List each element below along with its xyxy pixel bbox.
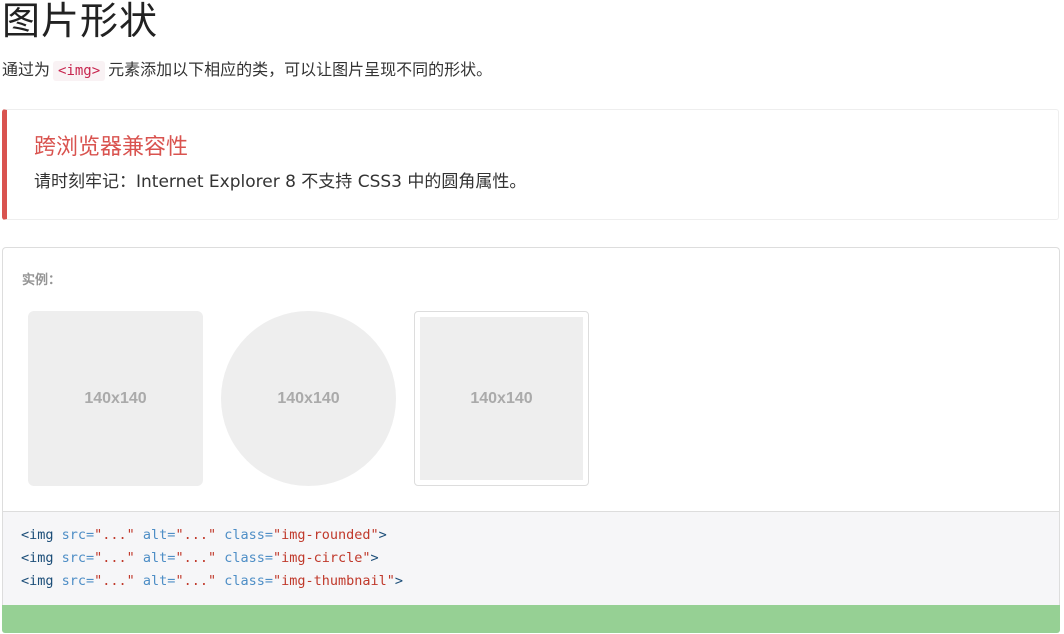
code-tag: <img (21, 573, 54, 589)
callout-text: 请时刻牢记：Internet Explorer 8 不支持 CSS3 中的圆角属… (34, 172, 527, 192)
code-tag: <img (21, 550, 54, 566)
code-tag-close: > (370, 550, 379, 566)
circle-image-placeholder-text: 140x140 (277, 389, 340, 407)
intro-text-after: 元素添加以下相应的类，可以让图片呈现不同的形状。 (108, 60, 493, 79)
code-attr: alt= (134, 573, 176, 589)
example-panel: 实例： 140x140 140x140 140x140 (2, 247, 1060, 511)
code-line: <img src="..." alt="..." class="img-circ… (21, 547, 1059, 570)
code-string: "..." (94, 550, 135, 566)
example-label: 实例： (22, 273, 62, 288)
code-attr: alt= (134, 550, 176, 566)
code-string: "..." (94, 527, 135, 543)
code-tag-close: > (378, 527, 387, 543)
thumbnail-image: 140x140 (420, 317, 583, 480)
rounded-image-placeholder-text: 140x140 (84, 389, 147, 407)
page-title: 图片形状 (2, 0, 159, 43)
code-string: "img-rounded" (272, 527, 379, 543)
code-attr: class= (216, 527, 273, 543)
code-line: <img src="..." alt="..." class="img-thum… (21, 570, 1059, 593)
code-tag: <img (21, 527, 54, 543)
code-attr: class= (216, 550, 273, 566)
code-attr: src= (53, 550, 95, 566)
code-string: "..." (94, 573, 135, 589)
intro-text-before: 通过为 (2, 60, 51, 79)
compatibility-callout: 跨浏览器兼容性 请时刻牢记：Internet Explorer 8 不支持 CS… (2, 109, 1059, 220)
try-it-bar[interactable] (2, 605, 1060, 633)
thumbnail-image-placeholder-text: 140x140 (470, 389, 533, 407)
code-block[interactable]: <img src="..." alt="..." class="img-roun… (2, 511, 1060, 606)
code-attr: alt= (134, 527, 176, 543)
img-code-inline: <img> (53, 61, 106, 81)
rounded-image: 140x140 (28, 311, 203, 486)
circle-image: 140x140 (221, 311, 396, 486)
code-attr: src= (53, 573, 95, 589)
code-line: <img src="..." alt="..." class="img-roun… (21, 524, 1059, 547)
callout-title: 跨浏览器兼容性 (34, 135, 189, 160)
code-tag-close: > (394, 573, 404, 589)
code-string: "img-circle" (272, 550, 371, 566)
code-attr: class= (216, 573, 273, 589)
code-string: "..." (175, 527, 217, 543)
page: 图片形状 通过为 <img> 元素添加以下相应的类，可以让图片呈现不同的形状。 跨浏… (0, 0, 1064, 634)
code-string: "..." (175, 550, 217, 566)
thumbnail-image-frame: 140x140 (414, 311, 589, 486)
intro-paragraph: 通过为 <img> 元素添加以下相应的类，可以让图片呈现不同的形状。 (2, 58, 492, 83)
code-string: "img-thumbnail" (272, 573, 395, 589)
code-string: "..." (175, 573, 217, 589)
code-attr: src= (53, 527, 95, 543)
